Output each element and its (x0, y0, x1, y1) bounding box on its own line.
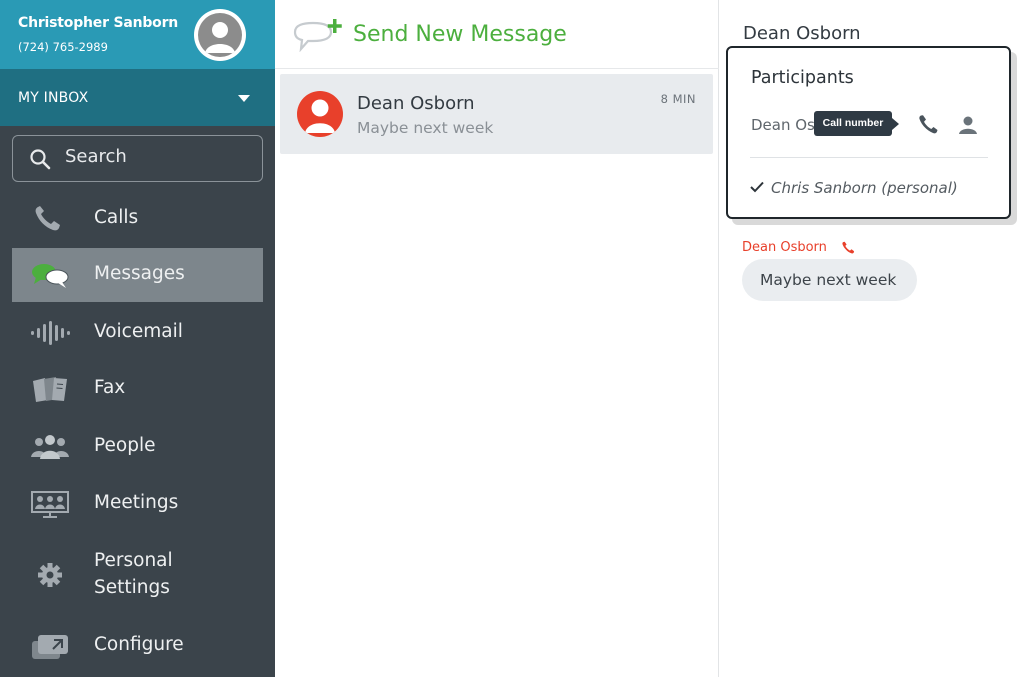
people-group-icon (31, 435, 69, 459)
message-sender: Dean Osborn (742, 240, 827, 255)
user-header: Christopher Sanborn (724) 765-2989 (0, 0, 275, 69)
participants-popup: Participants Dean Osborn Call number Chr… (726, 46, 1011, 219)
new-message-icon (293, 19, 342, 52)
nav-item-calls[interactable]: Calls (12, 192, 263, 246)
participant-name: Dean Osborn (751, 116, 816, 134)
tooltip-text: Call number (822, 117, 884, 129)
gear-icon (38, 563, 62, 587)
fax-pages-icon (33, 377, 67, 402)
chat-bubbles-icon (32, 264, 69, 288)
avatar-person-icon (198, 13, 242, 57)
nav-label-voicemail: Voicemail (94, 321, 183, 342)
message-bubble: Maybe next week (742, 259, 917, 301)
nav-label-messages: Messages (94, 263, 185, 284)
checkmark-icon (750, 181, 764, 193)
voicemail-waveform-icon (31, 321, 70, 345)
nav-label-fax: Fax (94, 377, 126, 398)
contact-avatar (297, 91, 343, 137)
meetings-screen-icon (31, 491, 69, 518)
person-icon (305, 99, 335, 133)
call-number-phone-icon[interactable] (917, 114, 939, 136)
nav-label-settings-line2: Settings (94, 577, 170, 598)
conversation-item[interactable]: Dean Osborn Maybe next week 8 MIN (280, 74, 713, 154)
contact-profile-icon[interactable] (957, 114, 979, 136)
inbox-label: MY INBOX (18, 90, 89, 106)
nav-item-voicemail[interactable]: Voicemail (12, 306, 263, 360)
send-new-message-button[interactable]: Send New Message (275, 0, 719, 69)
search-icon (30, 149, 51, 170)
thread-title[interactable]: Dean Osborn (743, 23, 861, 44)
conversation-list-panel: Send New Message Dean Osborn Maybe next … (275, 0, 719, 677)
nav-label-configure: Configure (94, 634, 184, 655)
sender-phone-icon[interactable] (841, 241, 855, 255)
nav-item-messages[interactable]: Messages (12, 248, 263, 302)
user-avatar[interactable] (194, 9, 246, 61)
phone-icon (35, 206, 60, 231)
call-number-tooltip: Call number (814, 111, 899, 136)
nav-item-people[interactable]: People (12, 420, 263, 474)
nav-item-fax[interactable]: Fax (12, 362, 263, 416)
message-text: Maybe next week (760, 271, 897, 289)
chevron-down-icon[interactable] (238, 95, 250, 102)
nav-label-calls: Calls (94, 207, 139, 228)
participants-title: Participants (751, 68, 854, 88)
nav-label-meetings: Meetings (94, 492, 179, 513)
configure-windows-icon (32, 635, 68, 659)
participants-divider (750, 157, 988, 158)
conversation-contact-name: Dean Osborn (357, 93, 475, 114)
user-phone: (724) 765-2989 (18, 40, 108, 54)
inbox-selector[interactable]: MY INBOX (0, 69, 275, 126)
nav-label-people: People (94, 435, 156, 456)
conversation-time: 8 MIN (660, 92, 696, 106)
send-new-message-label: Send New Message (353, 22, 567, 47)
search-label: Search (65, 146, 127, 167)
nav-item-personal-settings[interactable]: Personal Settings (12, 538, 263, 610)
participant-self: Chris Sanborn (personal) (771, 179, 958, 197)
conversation-preview: Maybe next week (357, 119, 494, 137)
nav-item-meetings[interactable]: Meetings (12, 477, 263, 531)
nav-item-configure[interactable]: Configure (12, 619, 263, 673)
user-name: Christopher Sanborn (18, 15, 179, 31)
nav-label-settings-line1: Personal (94, 550, 173, 571)
